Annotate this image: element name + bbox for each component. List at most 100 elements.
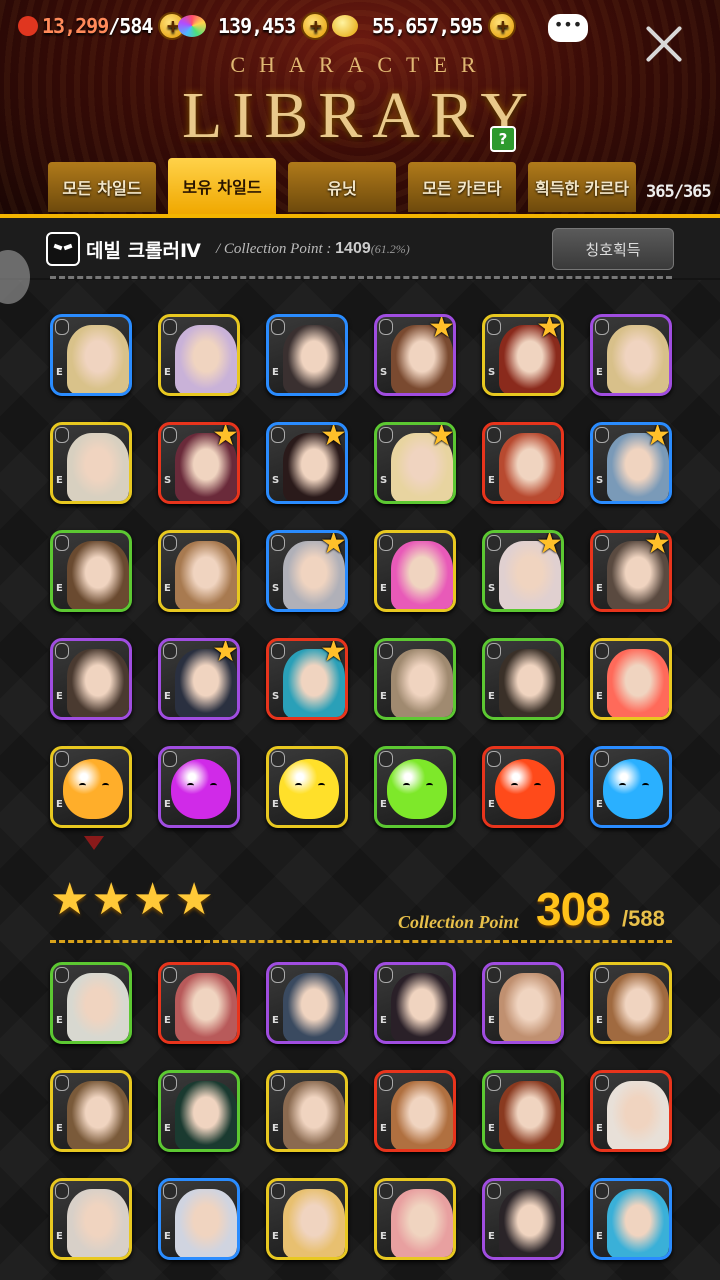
child-card[interactable]: E [266, 314, 348, 396]
child-card[interactable]: E [158, 746, 240, 828]
element-icon [595, 967, 609, 983]
child-card[interactable]: E [158, 314, 240, 396]
child-card[interactable]: E [50, 422, 132, 504]
slime-eyes [79, 783, 109, 791]
element-icon [379, 319, 393, 335]
element-icon [487, 751, 501, 767]
stamina-value: 13,299 [42, 14, 109, 38]
child-card[interactable]: E [482, 1178, 564, 1260]
child-card[interactable]: E [50, 530, 132, 612]
child-card[interactable]: E [50, 746, 132, 828]
child-card[interactable]: S ★ [266, 530, 348, 612]
grade-label: S [596, 475, 604, 486]
tab-unit[interactable]: 유닛 [288, 162, 396, 212]
grade-label: E [488, 475, 495, 486]
character-portrait [67, 541, 129, 609]
child-card[interactable]: E [158, 530, 240, 612]
grade-label: E [488, 691, 495, 702]
grade-label: E [56, 1123, 63, 1134]
grade-label: S [488, 583, 496, 594]
child-card[interactable]: E [482, 1070, 564, 1152]
gold-resource: 55,657,595 + [332, 8, 517, 44]
child-card[interactable]: E [50, 314, 132, 396]
tab-owned-carta[interactable]: 획득한 카르타 [528, 162, 636, 212]
child-card[interactable]: E [590, 638, 672, 720]
element-icon [271, 319, 285, 335]
star-icon: ★ [536, 530, 563, 561]
child-card[interactable]: E [374, 638, 456, 720]
child-card[interactable]: E [374, 530, 456, 612]
child-card[interactable]: E [590, 746, 672, 828]
grade-label: E [596, 1231, 603, 1242]
character-portrait [391, 973, 453, 1041]
star-icon: ★ [320, 530, 347, 561]
child-card[interactable]: E [50, 1178, 132, 1260]
child-card[interactable]: E [374, 1070, 456, 1152]
tab-bar: 모든 차일드 보유 차일드 유닛 모든 카르타 획득한 카르타 365/365 [0, 158, 720, 216]
gem-value: 139,453 [218, 14, 296, 38]
grade-label: S [380, 475, 388, 486]
help-button[interactable]: ? [490, 126, 516, 152]
child-card[interactable]: E [50, 638, 132, 720]
element-icon [379, 1183, 393, 1199]
child-card[interactable]: S ★ [158, 422, 240, 504]
child-card[interactable]: S ★ [482, 314, 564, 396]
child-card[interactable]: E [374, 746, 456, 828]
child-card[interactable]: E [266, 746, 348, 828]
child-card[interactable]: E [158, 1070, 240, 1152]
slime-eyes [511, 783, 541, 791]
child-card[interactable]: E [266, 962, 348, 1044]
child-card[interactable]: S ★ [266, 638, 348, 720]
child-card[interactable]: E [590, 1070, 672, 1152]
tab-all-carta[interactable]: 모든 카르타 [408, 162, 516, 212]
star-icon: ★ [644, 422, 671, 453]
grade-label: E [56, 583, 63, 594]
four-star-rating: ★ ★ ★ ★ [50, 878, 216, 922]
grade-label: E [272, 367, 279, 378]
child-card[interactable]: E [50, 962, 132, 1044]
stamina-resource: 13,299 /584 + [18, 8, 187, 44]
child-card[interactable]: S ★ [590, 422, 672, 504]
character-portrait [499, 1189, 561, 1257]
child-card[interactable]: E [266, 1070, 348, 1152]
tab-owned-child[interactable]: 보유 차일드 [168, 158, 276, 214]
element-icon [487, 1075, 501, 1091]
chat-bubble-icon[interactable]: ••• [548, 14, 588, 42]
tab-all-child[interactable]: 모든 차일드 [48, 162, 156, 212]
child-card[interactable]: E [50, 1070, 132, 1152]
child-card[interactable]: E [482, 638, 564, 720]
element-icon [379, 1075, 393, 1091]
acquire-title-button[interactable]: 칭호획득 [552, 228, 674, 270]
slime-eyes [403, 783, 433, 791]
grade-label: E [164, 799, 171, 810]
child-card[interactable]: E [590, 962, 672, 1044]
child-card[interactable]: E [482, 422, 564, 504]
child-card[interactable]: E ★ [158, 638, 240, 720]
child-card[interactable]: E [374, 962, 456, 1044]
child-card[interactable]: E [590, 314, 672, 396]
grade-label: E [164, 1015, 171, 1026]
child-card[interactable]: E [158, 962, 240, 1044]
child-card[interactable]: E [374, 1178, 456, 1260]
child-card[interactable]: E [266, 1178, 348, 1260]
character-portrait [283, 325, 345, 393]
child-card[interactable]: E [590, 1178, 672, 1260]
child-card[interactable]: S ★ [266, 422, 348, 504]
child-card[interactable]: S ★ [482, 530, 564, 612]
child-card[interactable]: E [482, 746, 564, 828]
child-card[interactable]: E [158, 1178, 240, 1260]
child-card[interactable]: E ★ [590, 530, 672, 612]
add-gem-button[interactable]: + [301, 12, 330, 40]
element-icon [379, 751, 393, 767]
character-portrait [175, 1189, 237, 1257]
add-gold-button[interactable]: + [488, 12, 517, 40]
child-card[interactable]: E [482, 962, 564, 1044]
child-card[interactable]: S ★ [374, 314, 456, 396]
element-icon [55, 643, 69, 659]
grade-label: E [164, 1231, 171, 1242]
star-icon: ★ [428, 314, 455, 345]
child-card[interactable]: S ★ [374, 422, 456, 504]
element-icon [487, 427, 501, 443]
element-icon [487, 967, 501, 983]
star-icon: ★ [132, 874, 173, 925]
